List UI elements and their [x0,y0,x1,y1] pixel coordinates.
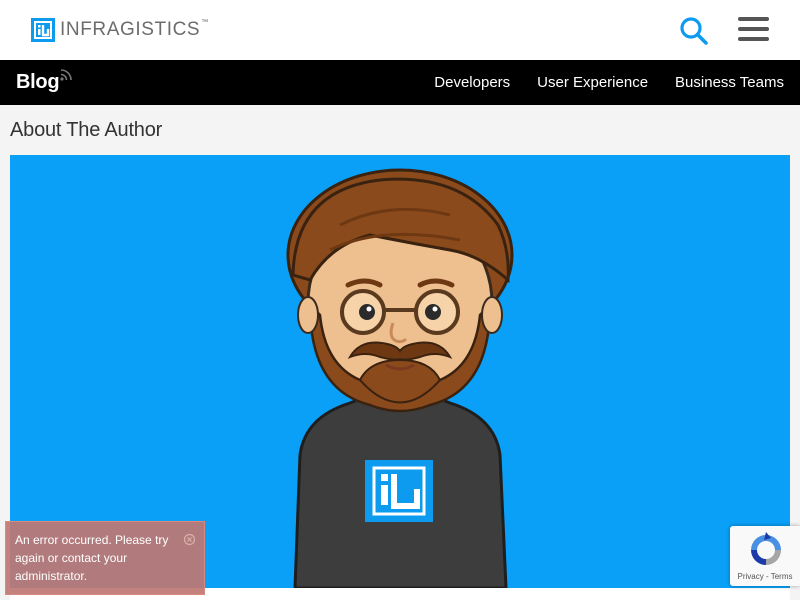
error-notification: An error occurred. Please try again or c… [5,521,205,595]
error-message: An error occurred. Please try again or c… [15,533,169,583]
page-title: About The Author [10,119,163,141]
logo-text: INFRAGISTICS™ [60,19,209,40]
hamburger-line [738,27,769,31]
infragistics-logo-icon [31,18,55,42]
recaptcha-icon [751,532,781,565]
nav-links: Developers User Experience Business Team… [407,60,784,105]
close-icon[interactable] [184,534,195,545]
infragistics-logo[interactable]: INFRAGISTICS™ [31,18,209,42]
nav-link-developers[interactable]: Developers [434,74,510,91]
hamburger-line [738,37,769,41]
hamburger-menu-button[interactable] [738,17,770,43]
recaptcha-terms-link[interactable]: Terms [771,572,793,581]
blog-title-link[interactable]: Blog [16,71,60,94]
rss-icon[interactable] [60,68,73,81]
recaptcha-links: Privacy - Terms [730,572,800,581]
recaptcha-privacy-link[interactable]: Privacy [738,572,764,581]
search-icon [680,17,708,45]
hamburger-line [738,17,769,21]
search-button[interactable] [678,15,710,47]
nav-link-user-experience[interactable]: User Experience [537,74,648,91]
recaptcha-badge[interactable]: Privacy - Terms [730,526,800,586]
nav-link-business-teams[interactable]: Business Teams [675,74,784,91]
site-header: INFRAGISTICS™ [0,0,800,60]
recaptcha-separator: - [763,572,771,581]
blog-navbar: Blog Developers User Experience Business… [0,60,800,105]
